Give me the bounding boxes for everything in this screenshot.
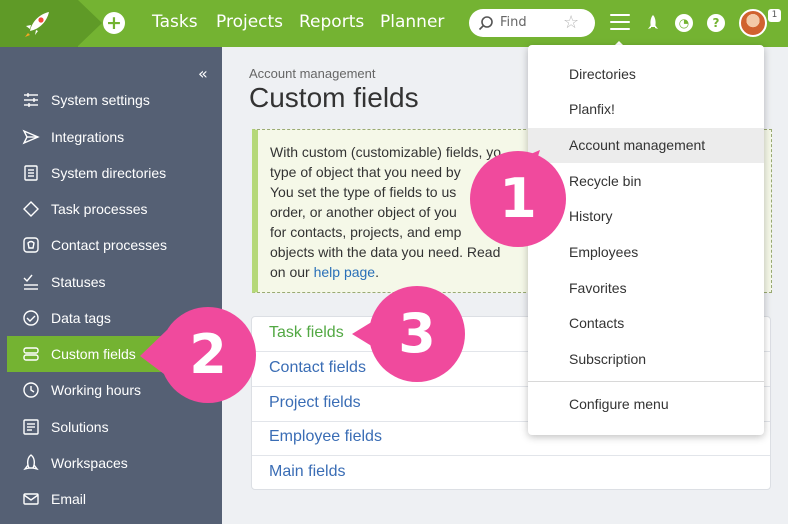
callout-3: 3 xyxy=(369,286,465,382)
callout-1: 1 xyxy=(470,151,566,247)
callout-2: 2 xyxy=(160,307,256,403)
callout-pointers xyxy=(140,150,540,380)
